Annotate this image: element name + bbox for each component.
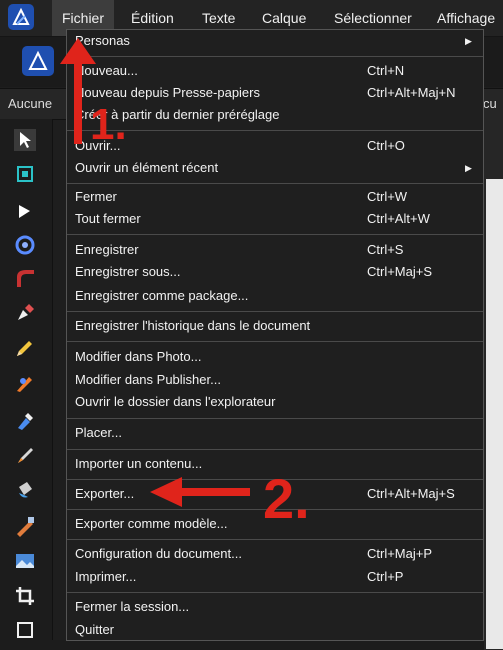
menu-separator — [67, 449, 483, 450]
step2-label: 2. — [263, 467, 310, 530]
menu-item-modifier-publisher[interactable]: Modifier dans Publisher... — [67, 369, 483, 391]
tools-panel — [0, 119, 53, 650]
menu-item-quitter[interactable]: Quitter — [67, 619, 483, 641]
menu-item-label: Configuration du document... — [75, 546, 242, 561]
rectangle-tool-icon[interactable] — [14, 619, 36, 641]
menu-item-label: Fermer — [75, 189, 117, 204]
canvas-bottom — [52, 640, 484, 650]
menu-item-label: Enregistrer l'historique dans le documen… — [75, 318, 311, 333]
menu-item-ouvrir-dossier[interactable]: Ouvrir le dossier dans l'explorateur — [67, 391, 483, 413]
pencil-curve-icon[interactable] — [14, 267, 36, 289]
menu-item-shortcut: Ctrl+W — [367, 189, 408, 204]
affinity-designer-logo-icon[interactable] — [8, 4, 34, 30]
vector-brush-icon[interactable] — [14, 372, 36, 394]
paint-brush-icon[interactable] — [14, 444, 36, 466]
transparency-tool-icon[interactable] — [14, 479, 36, 501]
menu-item-creer-preréglage[interactable]: Créer à partir du dernier préréglage — [67, 104, 483, 126]
menu-item-label: Personas — [75, 33, 130, 48]
menu-item-shortcut: Ctrl+Alt+Maj+N — [367, 85, 456, 100]
menu-item-shortcut: Ctrl+Alt+Maj+S — [367, 486, 455, 501]
menu-item-label: Nouveau... — [75, 63, 138, 78]
menu-item-personas[interactable]: Personas ▶ — [67, 30, 483, 52]
context-right-label: cu — [483, 96, 497, 111]
menu-separator — [67, 183, 483, 184]
menu-item-shortcut: Ctrl+N — [367, 63, 405, 78]
corner-tool-icon[interactable] — [14, 234, 36, 256]
menu-separator — [67, 341, 483, 342]
menu-item-label: Enregistrer comme package... — [75, 288, 249, 303]
menu-separator — [67, 130, 483, 131]
pixel-brush-icon[interactable] — [14, 515, 36, 537]
canvas-area[interactable] — [484, 119, 503, 650]
menu-item-placer[interactable]: Placer... — [67, 422, 483, 444]
menu-item-label: Fermer la session... — [75, 599, 190, 614]
menu-item-shortcut: Ctrl+P — [367, 569, 404, 584]
menu-item-ouvrir-recent[interactable]: Ouvrir un élément récent ▶ — [67, 157, 483, 179]
designer-persona-icon[interactable] — [22, 46, 54, 76]
menu-item-label: Importer un contenu... — [75, 456, 203, 471]
menu-item-enregistrer-historique[interactable]: Enregistrer l'historique dans le documen… — [67, 315, 483, 337]
menu-separator — [67, 418, 483, 419]
menu-item-fermer[interactable]: Fermer Ctrl+W — [67, 186, 483, 208]
pen-tool-icon[interactable] — [14, 302, 36, 324]
fill-tool-icon[interactable] — [14, 409, 36, 431]
menu-item-label: Imprimer... — [75, 569, 137, 584]
move-tool-icon[interactable] — [14, 129, 36, 151]
menu-item-enregistrer-sous[interactable]: Enregistrer sous... Ctrl+Maj+S — [67, 261, 483, 283]
menu-item-label: Placer... — [75, 425, 122, 440]
menu-separator — [67, 234, 483, 235]
menu-item-ouvrir[interactable]: Ouvrir... Ctrl+O — [67, 135, 483, 157]
step1-label: 1. — [90, 100, 127, 149]
menu-item-label: Modifier dans Publisher... — [75, 372, 221, 387]
menu-item-shortcut: Ctrl+O — [367, 138, 405, 153]
menu-item-shortcut: Ctrl+Maj+S — [367, 264, 433, 279]
menu-item-shortcut: Ctrl+S — [367, 242, 404, 257]
menu-item-label: Ouvrir le dossier dans l'explorateur — [75, 394, 276, 409]
pencil-tool-icon[interactable] — [14, 337, 36, 359]
menu-separator — [67, 539, 483, 540]
menu-item-label: Ouvrir un élément récent — [75, 160, 219, 175]
menu-item-label: Exporter... — [75, 486, 135, 501]
menu-item-label: Modifier dans Photo... — [75, 349, 202, 364]
menu-item-shortcut: Ctrl+Alt+W — [367, 211, 430, 226]
menu-item-label: Enregistrer — [75, 242, 139, 257]
menu-item-nouveau-presse-papiers[interactable]: Nouveau depuis Presse-papiers Ctrl+Alt+Ma… — [67, 82, 483, 104]
menu-separator — [67, 56, 483, 57]
menu-item-enregistrer[interactable]: Enregistrer Ctrl+S — [67, 239, 483, 261]
menu-item-nouveau[interactable]: Nouveau... Ctrl+N — [67, 60, 483, 82]
submenu-arrow-icon: ▶ — [465, 36, 472, 46]
submenu-arrow-icon: ▶ — [465, 163, 472, 173]
menu-item-shortcut: Ctrl+Maj+P — [367, 546, 433, 561]
node-tool-icon[interactable] — [14, 201, 36, 223]
menu-separator — [67, 592, 483, 593]
menu-item-label: Enregistrer sous... — [75, 264, 181, 279]
menu-item-imprimer[interactable]: Imprimer... Ctrl+P — [67, 566, 483, 588]
menu-item-label: Quitter — [75, 622, 115, 637]
artboard-tool-icon[interactable] — [14, 163, 36, 185]
crop-tool-icon[interactable] — [14, 585, 36, 607]
menu-separator — [67, 311, 483, 312]
document-page — [486, 179, 503, 649]
menu-item-enregistrer-package[interactable]: Enregistrer comme package... — [67, 285, 483, 307]
context-selection-label: Aucune — [8, 96, 53, 111]
menu-item-tout-fermer[interactable]: Tout fermer Ctrl+Alt+W — [67, 208, 483, 230]
menu-item-label: Tout fermer — [75, 211, 141, 226]
fichier-dropdown-menu: Personas ▶ Nouveau... Ctrl+N Nouveau depui… — [66, 29, 484, 641]
menu-item-fermer-session[interactable]: Fermer la session... — [67, 596, 483, 618]
menu-item-configuration-document[interactable]: Configuration du document... Ctrl+Maj+P — [67, 543, 483, 565]
menu-item-modifier-photo[interactable]: Modifier dans Photo... — [67, 346, 483, 368]
place-image-icon[interactable] — [14, 550, 36, 572]
menu-item-label: Exporter comme modèle... — [75, 516, 228, 531]
